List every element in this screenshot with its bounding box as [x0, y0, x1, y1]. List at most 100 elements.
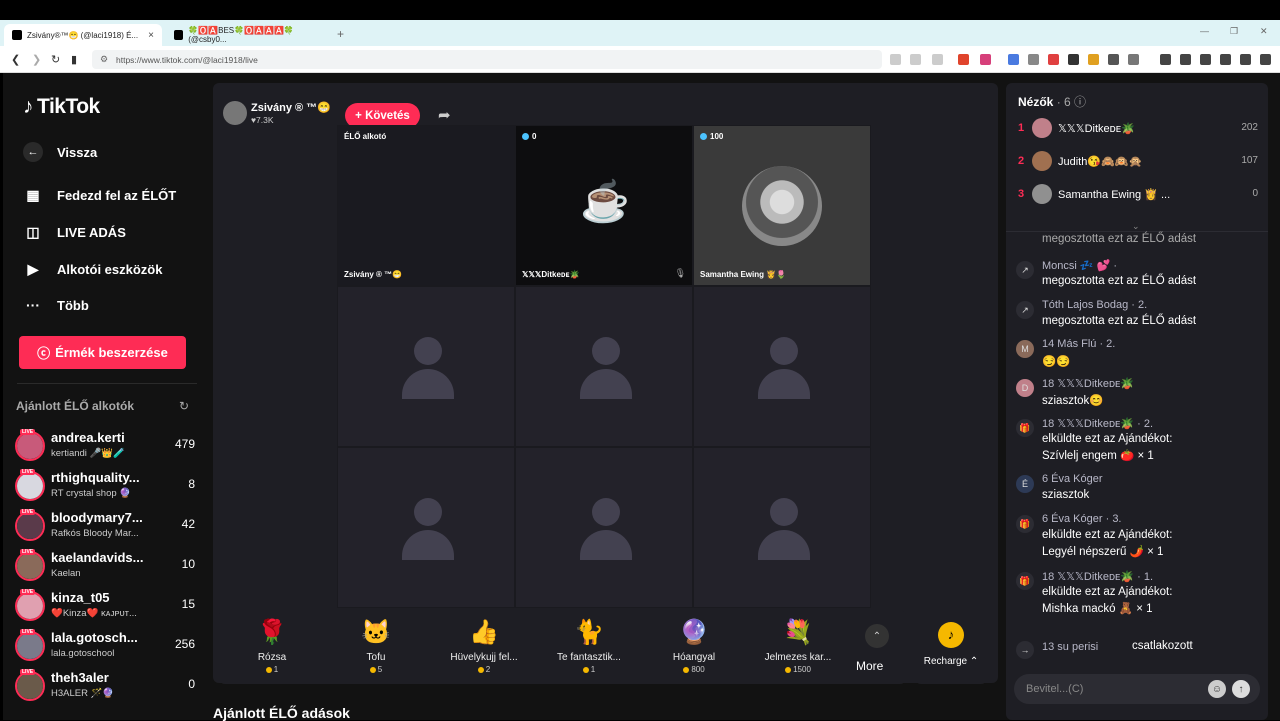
top-viewer[interactable]: 2 Judith😘🙈🙉🙊 107	[1018, 150, 1258, 174]
tiktok-logo[interactable]: ♪ TikTok	[23, 95, 100, 119]
music-icon[interactable]	[1160, 54, 1171, 65]
chevron-up-icon[interactable]: ⌃	[865, 624, 889, 648]
guest-cell[interactable]: 0 ☕ 𝕏𝕏𝕏Ditkeᴅᴇ🪴 🎙	[515, 125, 693, 286]
message-text: 😏😏	[1042, 356, 1071, 368]
gift-item[interactable]: 🐱 Tofu 5	[331, 618, 421, 674]
creator-subtitle: Rafkós Bloody Mar...	[51, 528, 139, 539]
creator-item[interactable]: LIVE bloodymary7... Rafkós Bloody Mar...…	[15, 509, 195, 545]
multi-guest-grid: ÉLŐ alkotó Zsivány ® ™😁 0 ☕ 𝕏𝕏𝕏Ditkeᴅᴇ🪴 …	[337, 125, 871, 613]
maximize-icon[interactable]: ❐	[1230, 26, 1238, 37]
gift-name: Jelmezes kar...	[764, 652, 832, 663]
bookmark-icon[interactable]: ▮	[71, 53, 77, 66]
window-close-icon[interactable]: ✕	[1260, 26, 1268, 37]
back-arrow-icon: ←	[23, 142, 43, 162]
message-user[interactable]: 18 𝕏𝕏𝕏Ditkeᴅᴇ🪴	[1042, 377, 1134, 390]
site-info-icon[interactable]: ⚙	[100, 54, 108, 65]
extension-icon[interactable]	[1048, 54, 1059, 65]
extension-icon[interactable]	[1068, 54, 1079, 65]
gift-item[interactable]: 💐 Jelmezes kar... 1500	[753, 618, 843, 674]
host-avatar[interactable]	[223, 101, 247, 125]
more-gifts-button[interactable]: More	[856, 659, 883, 673]
gift-item[interactable]: 🔮 Hóangyal 800	[649, 618, 739, 674]
sidebar-item-live[interactable]: ◫ LIVE ADÁS	[23, 224, 125, 241]
message-user[interactable]: 13 su perisi	[1042, 641, 1098, 653]
creator-subtitle: Kaelan	[51, 568, 81, 579]
gift-item[interactable]: 🐈 Te fantasztik... 1	[544, 618, 634, 674]
gift-name: Tofu	[366, 652, 386, 663]
divider	[1006, 231, 1268, 232]
browser-tab[interactable]: 🍀🅾️🅰️BES🍀🅾️🅰️🅰️🅰️🍀 (@csby0...	[166, 24, 331, 46]
live-badge: LIVE	[20, 429, 36, 435]
info-icon[interactable]: ⓘ	[1074, 95, 1086, 109]
sidebar-toggle-icon[interactable]	[1180, 54, 1191, 65]
gift-item[interactable]: 🌹 Rózsa 1	[227, 618, 317, 674]
window-titlebar	[0, 0, 1280, 20]
creator-subtitle: kertiandi 🎤👑🧪	[51, 448, 126, 459]
viewer-count: 256	[174, 637, 195, 651]
message-user[interactable]: 6 Éva Kóger	[1042, 473, 1103, 485]
close-tab-icon[interactable]: ×	[148, 30, 154, 41]
empty-guest-slot[interactable]	[515, 447, 693, 608]
back-link[interactable]: ← Vissza	[23, 142, 97, 162]
gift-name: Rózsa	[257, 652, 287, 663]
empty-guest-slot[interactable]	[515, 286, 693, 447]
back-arrow-icon[interactable]: ❮	[11, 53, 20, 66]
creator-item[interactable]: LIVE kinza_t05 ❤️Kinza❤️ ᴋᴀᴊᴘᴜᴛ... 15	[15, 589, 195, 625]
share-page-icon[interactable]	[932, 54, 943, 65]
translate-icon[interactable]	[1008, 54, 1019, 65]
extension-icon[interactable]	[1088, 54, 1099, 65]
empty-guest-slot[interactable]	[693, 447, 871, 608]
recharge-button[interactable]: ♪ Recharge ⌃	[915, 610, 987, 684]
guest-name: Samantha Ewing 👸🌷	[700, 270, 787, 279]
guest-cell-host[interactable]: ÉLŐ alkotó Zsivány ® ™😁	[337, 125, 515, 286]
refresh-icon[interactable]: ↻	[179, 399, 189, 413]
message-user[interactable]: 6 Éva Kóger · 3.	[1042, 513, 1122, 525]
gift-item[interactable]: 👍 Hüvelykujj fel... 2	[439, 618, 529, 674]
brave-shield-icon[interactable]	[958, 54, 969, 65]
top-viewer[interactable]: 3 Samantha Ewing 👸 ... 0	[1018, 183, 1258, 207]
creator-item[interactable]: LIVE kaelandavids... Kaelan 10	[15, 549, 195, 585]
host-name[interactable]: Zsivány ® ™😁	[251, 101, 331, 114]
chat-input[interactable]	[1014, 674, 1204, 704]
message-user[interactable]: 18 𝕏𝕏𝕏Ditkeᴅᴇ🪴 · 2.	[1042, 417, 1153, 430]
rewards-icon[interactable]	[980, 54, 991, 65]
vpn-icon[interactable]	[1240, 54, 1251, 65]
extension-icon[interactable]	[1128, 54, 1139, 65]
sidebar-item-more[interactable]: ··· Több	[23, 297, 89, 313]
leo-icon[interactable]	[1220, 54, 1231, 65]
message-user[interactable]: Moncsi 💤 💕 ·	[1042, 259, 1117, 272]
extension-icon[interactable]	[1108, 54, 1119, 65]
browser-tab-active[interactable]: Zsivány®™😁 (@laci1918) É... ×	[4, 24, 162, 46]
message-user[interactable]: 18 𝕏𝕏𝕏Ditkeᴅᴇ🪴 · 1.	[1042, 570, 1153, 583]
creator-item[interactable]: LIVE andrea.kerti kertiandi 🎤👑🧪 479	[15, 429, 195, 465]
zoom-icon[interactable]	[910, 54, 921, 65]
message-user[interactable]: Tóth Lajos Bodag · 2.	[1042, 299, 1147, 311]
viewer-score: 107	[1241, 155, 1258, 166]
menu-icon[interactable]	[1260, 54, 1271, 65]
top-viewer[interactable]: 1 𝕏𝕏𝕏Ditkeᴅᴇ🪴 202	[1018, 117, 1258, 141]
sidebar-item-creator-tools[interactable]: ▶ Alkotói eszközök	[23, 261, 163, 278]
ext-icon[interactable]	[890, 54, 901, 65]
guest-cell[interactable]: 100 Samantha Ewing 👸🌷	[693, 125, 871, 286]
extension-icon[interactable]	[1028, 54, 1039, 65]
new-tab-icon[interactable]: +	[337, 27, 344, 41]
wallet-icon[interactable]	[1200, 54, 1211, 65]
url-field[interactable]: ⚙ https://www.tiktok.com/@laci1918/live	[92, 50, 882, 69]
creator-subtitle: ❤️Kinza❤️ ᴋᴀᴊᴘᴜᴛ...	[51, 608, 137, 619]
send-arrow-icon[interactable]: ↑	[1232, 680, 1250, 698]
costume-carnival-icon: 💐	[783, 619, 813, 646]
minimize-icon[interactable]: —	[1200, 26, 1209, 36]
empty-guest-slot[interactable]	[693, 286, 871, 447]
message-user[interactable]: 14 Más Flú · 2.	[1042, 338, 1115, 350]
get-coins-button[interactable]: ⓒ Érmék beszerzése	[19, 336, 186, 369]
sidebar-item-explore-live[interactable]: ▦ Fedezd fel az ÉLŐT	[23, 187, 176, 204]
empty-guest-slot[interactable]	[337, 286, 515, 447]
empty-guest-slot[interactable]	[337, 447, 515, 608]
emoji-icon[interactable]: ☺	[1208, 680, 1226, 698]
share-icon[interactable]: ➦	[438, 106, 451, 124]
creator-item[interactable]: LIVE lala.gotosch... lala.gotoschool 256	[15, 629, 195, 665]
creator-item[interactable]: LIVE rthighquality... RT crystal shop 🔮 …	[15, 469, 195, 505]
reload-icon[interactable]: ↻	[51, 53, 60, 66]
creator-item[interactable]: LIVE theh3aler H3ALER 🪄🔮 0	[15, 669, 195, 705]
forward-arrow-icon[interactable]: ❯	[32, 53, 41, 66]
